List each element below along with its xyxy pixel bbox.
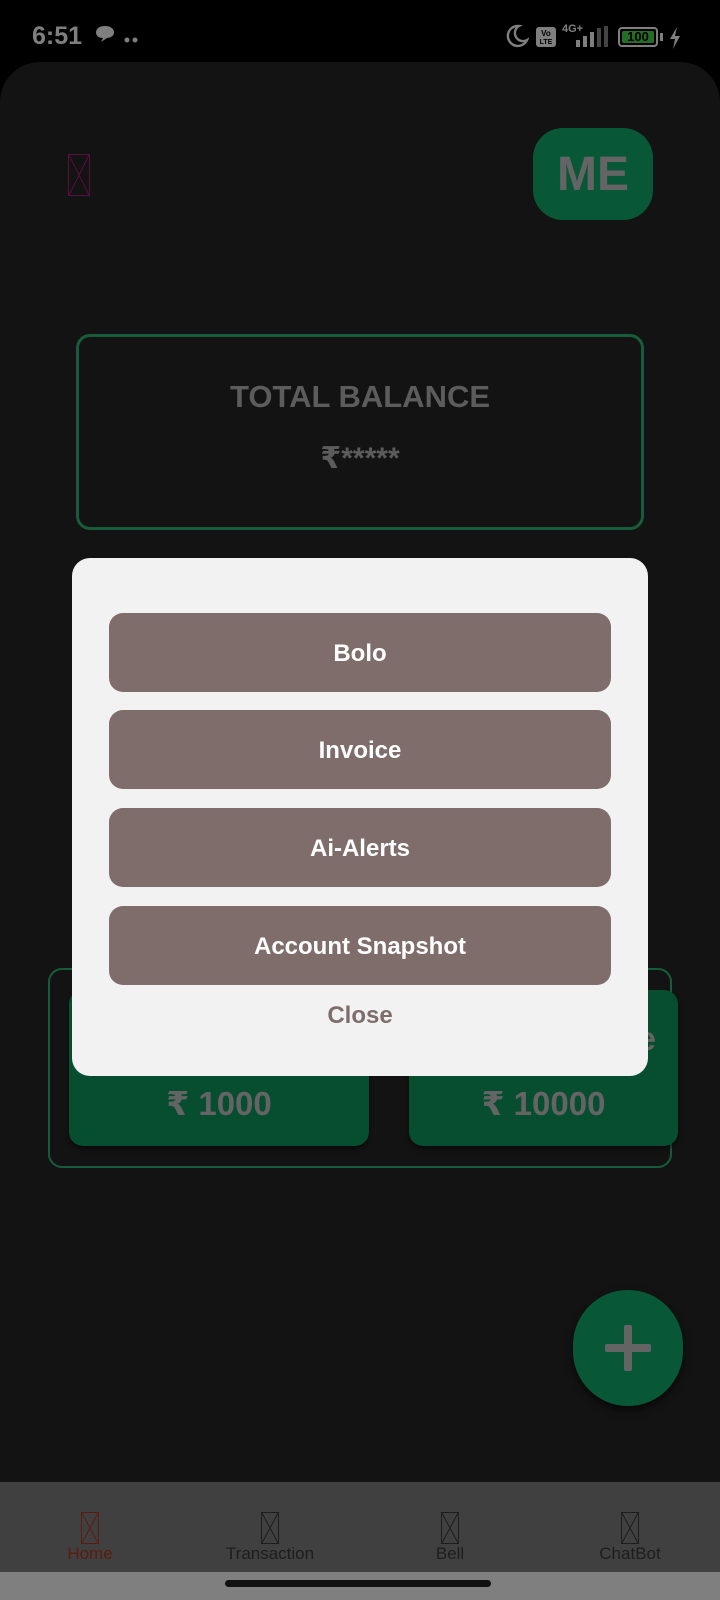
bolo-button[interactable]: Bolo [109,613,611,692]
account-snapshot-button[interactable]: Account Snapshot [109,906,611,985]
action-dialog: Bolo Invoice Ai-Alerts Account Snapshot … [72,558,648,1076]
close-button[interactable]: Close [260,990,460,1040]
ai-alerts-button[interactable]: Ai-Alerts [109,808,611,887]
invoice-button[interactable]: Invoice [109,710,611,789]
